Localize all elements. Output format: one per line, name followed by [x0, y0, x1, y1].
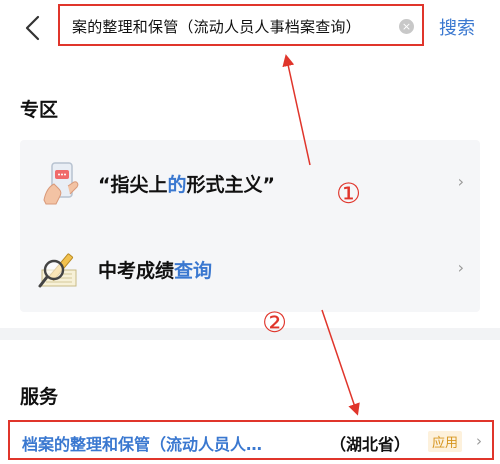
search-input[interactable]: 案的整理和保管（流动人员人事档案查询） ×	[58, 4, 424, 46]
back-arrow-icon[interactable]	[20, 14, 48, 42]
zone-item-fingertip-formalism[interactable]: “指尖上的形式主义” ›	[20, 140, 480, 226]
service-region: （湖北省）	[330, 435, 411, 454]
magnifier-pencil-icon	[38, 253, 77, 288]
zone-item-label: 中考成绩查询	[98, 260, 213, 282]
chevron-right-icon: ›	[476, 432, 482, 450]
service-result-row[interactable]: 档案的整理和保管（流动人员人… （湖北省） 应用 ›	[8, 420, 494, 460]
phone-hand-icon	[43, 162, 79, 205]
chevron-right-icon: ›	[457, 258, 464, 277]
search-button[interactable]: 搜索	[439, 14, 475, 40]
zone-card: “指尖上的形式主义” › 中考成绩查询 ›	[20, 140, 480, 312]
annotation-arrow-2	[321, 309, 360, 416]
section-divider	[0, 328, 500, 340]
chevron-right-icon: ›	[457, 172, 464, 191]
app-badge: 应用	[428, 431, 463, 452]
clear-icon[interactable]: ×	[399, 19, 414, 34]
service-name: 档案的整理和保管（流动人员人…	[22, 435, 263, 454]
zone-item-label: “指尖上的形式主义”	[98, 174, 276, 196]
zone-section-title: 专区	[20, 99, 59, 121]
service-section-title: 服务	[20, 386, 59, 408]
search-query-text: 案的整理和保管（流动人员人事档案查询）	[72, 18, 361, 36]
zone-item-exam-score-query[interactable]: 中考成绩查询 ›	[20, 226, 480, 312]
